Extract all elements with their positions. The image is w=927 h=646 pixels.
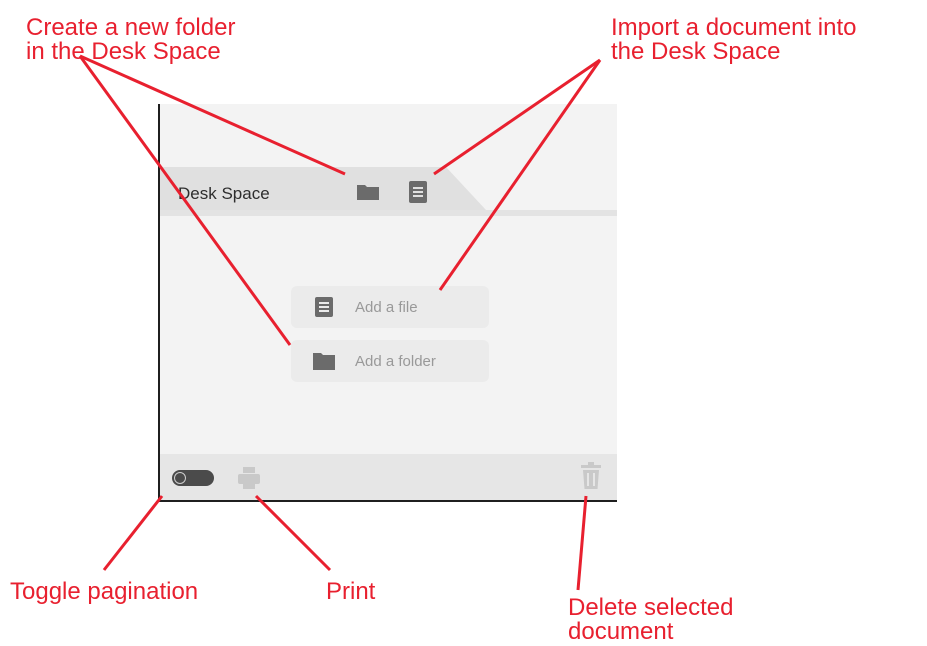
annotation-toggle-pagination: Toggle pagination: [10, 578, 199, 605]
add-file-label: Add a file: [355, 299, 418, 316]
new-folder-icon[interactable]: [356, 180, 380, 204]
leader-delete: [576, 495, 588, 591]
add-folder-button[interactable]: Add a folder: [291, 340, 489, 382]
print-icon[interactable]: [236, 466, 262, 490]
annotation-import-document: Import a document into the Desk Space: [611, 14, 857, 65]
annotation-delete-document: Delete selected document: [568, 594, 734, 645]
desk-space-window: Desk Space Add a file Add a folder: [158, 104, 617, 502]
add-file-button[interactable]: Add a file: [291, 286, 489, 328]
toggle-knob: [174, 472, 186, 484]
annotation-print: Print: [326, 578, 376, 605]
add-folder-label: Add a folder: [355, 353, 436, 370]
desk-space-content: [160, 216, 617, 454]
footer-toolbar: [160, 454, 617, 500]
annotation-create-folder: Create a new folder in the Desk Space: [26, 14, 236, 65]
trash-icon[interactable]: [580, 462, 602, 490]
tab-title: Desk Space: [178, 184, 270, 203]
pagination-toggle[interactable]: [172, 470, 214, 486]
leader-print: [254, 494, 332, 572]
folder-icon: [313, 351, 335, 371]
leader-toggle-pagination: [102, 495, 164, 571]
import-document-icon[interactable]: [406, 180, 430, 204]
document-icon: [313, 297, 335, 317]
tab-desk-space[interactable]: Desk Space: [160, 167, 486, 210]
